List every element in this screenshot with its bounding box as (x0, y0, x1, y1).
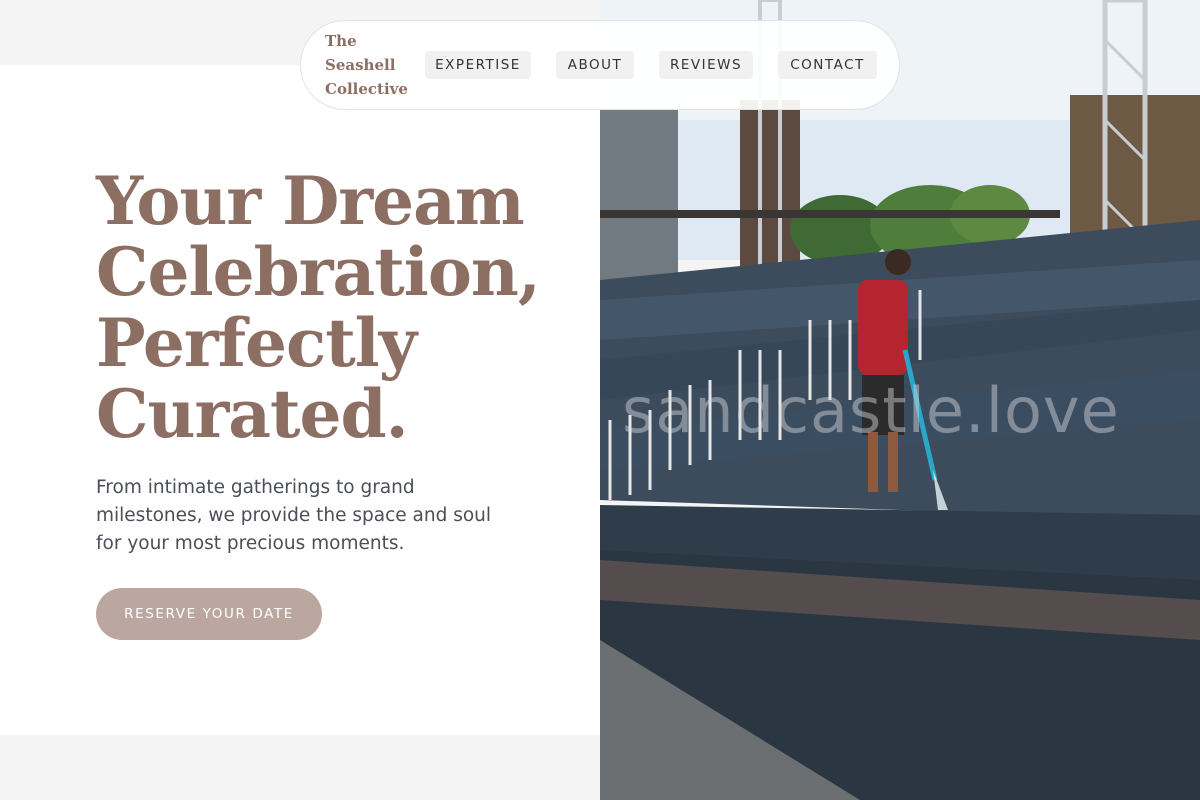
bottom-band (0, 735, 600, 800)
nav-item-about[interactable]: ABOUT (556, 51, 634, 79)
brand-logo-line: Collective (325, 80, 408, 98)
hero-subtitle: From intimate gatherings to grand milest… (96, 477, 492, 554)
hero-title-line: Your Dream (96, 162, 525, 240)
brand-logo-line: The (325, 32, 357, 50)
hero-title-line: Curated. (96, 375, 409, 453)
top-navbar: The Seashell Collective EXPERTISE ABOUT … (300, 20, 900, 110)
brand-logo[interactable]: The Seashell Collective (325, 29, 408, 101)
nav-item-expertise[interactable]: EXPERTISE (425, 51, 531, 79)
hero-photo (600, 0, 1200, 800)
brand-logo-line: Seashell (325, 56, 396, 74)
reserve-date-button[interactable]: RESERVE YOUR DATE (96, 588, 322, 640)
hero-title-line: Celebration, (96, 233, 541, 311)
nav-item-reviews[interactable]: REVIEWS (659, 51, 753, 79)
hero-title: Your Dream Celebration, Perfectly Curate… (96, 166, 576, 450)
nav-item-contact[interactable]: CONTACT (778, 51, 877, 79)
hero-title-line: Perfectly (96, 304, 417, 382)
